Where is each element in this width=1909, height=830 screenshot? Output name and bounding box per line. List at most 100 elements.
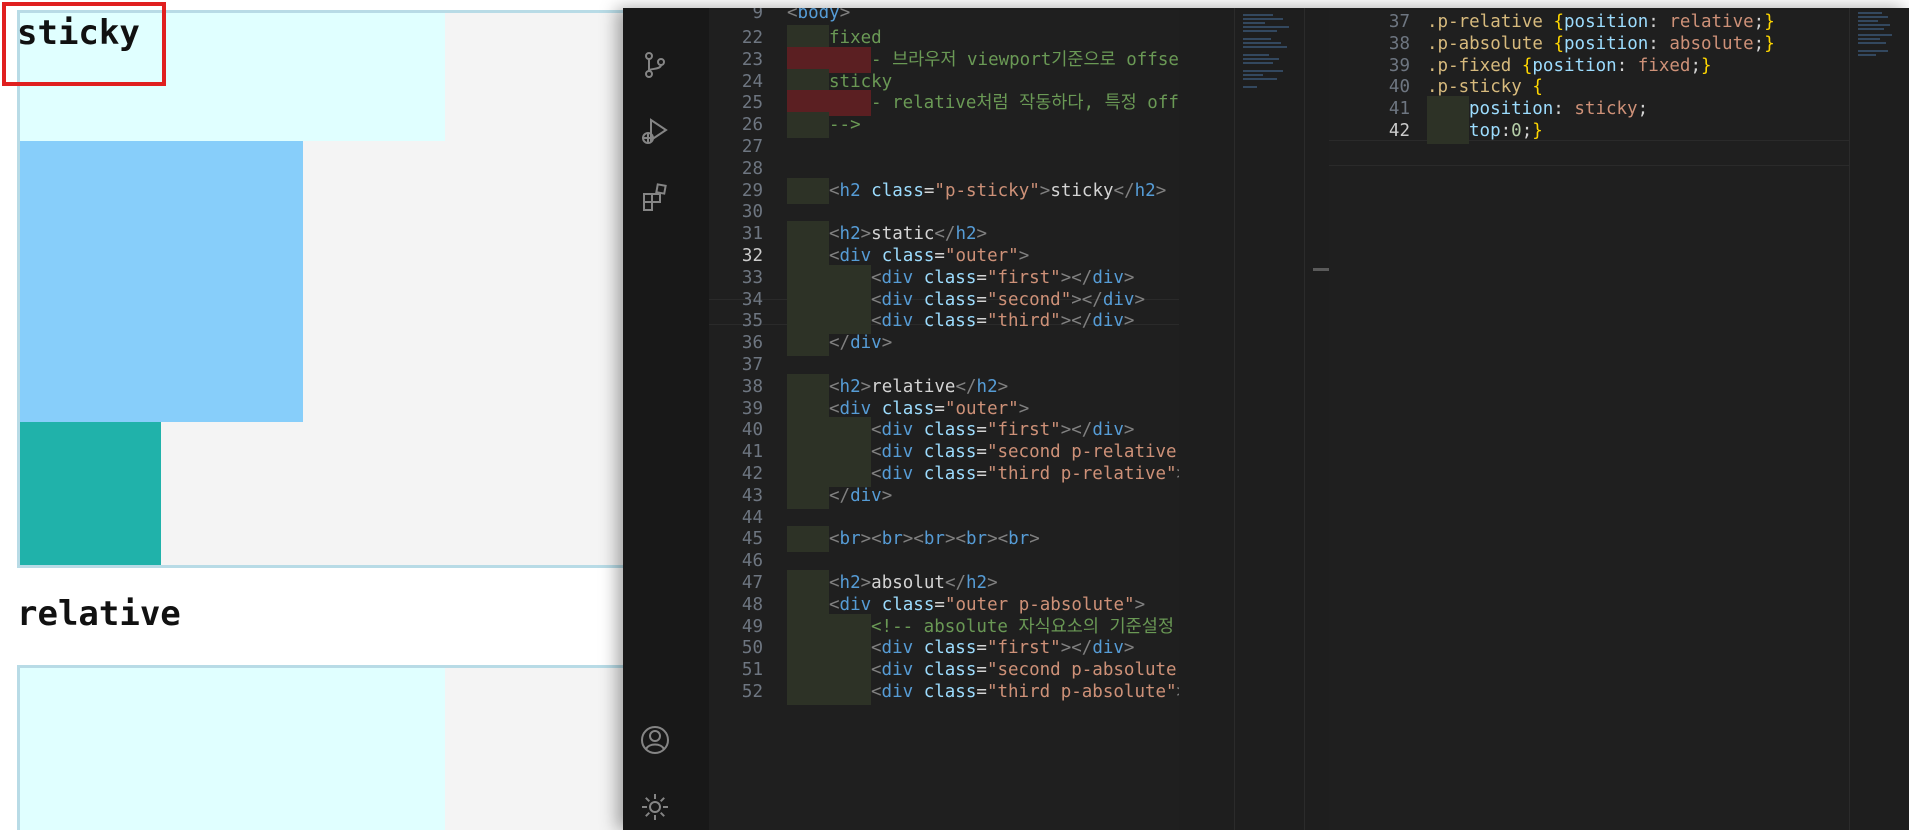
code-token: "outer" bbox=[944, 398, 1019, 419]
code-token: < bbox=[871, 267, 882, 288]
code-token: h2 bbox=[839, 573, 861, 593]
code-token: : bbox=[1648, 12, 1670, 32]
code-token: "second" bbox=[986, 289, 1072, 310]
code-token: - 브라우저 viewport기준으로 offset적용 bbox=[871, 49, 1179, 70]
code-token: ></ bbox=[1060, 267, 1093, 288]
code-token: div bbox=[881, 289, 914, 310]
code-token: ></ bbox=[1177, 464, 1179, 484]
run-debug-icon[interactable] bbox=[638, 114, 672, 148]
code-token: ; bbox=[1690, 55, 1701, 76]
code-token: = bbox=[976, 442, 987, 463]
code-token: "outer" bbox=[944, 246, 1019, 266]
code-token: sticky bbox=[1574, 99, 1638, 120]
code-token: < bbox=[871, 442, 882, 463]
code-token: = bbox=[976, 638, 987, 659]
css-code-line[interactable]: 42 top:0;} bbox=[1329, 118, 1849, 144]
code-token: div bbox=[881, 464, 914, 484]
first-box bbox=[20, 668, 445, 830]
code-token: fixed bbox=[1637, 55, 1691, 76]
code-token: br bbox=[966, 529, 988, 550]
activity-bar bbox=[623, 8, 689, 830]
code-token: h2 bbox=[839, 180, 861, 201]
code-token: .p-absolute bbox=[1427, 33, 1543, 54]
source-control-icon[interactable] bbox=[638, 48, 672, 82]
code-token: "outer p-absolute" bbox=[944, 594, 1135, 615]
code-token: < bbox=[871, 638, 882, 659]
code-token: { bbox=[1532, 77, 1543, 98]
code-token: > bbox=[1039, 180, 1051, 201]
code-token: > bbox=[1018, 246, 1030, 266]
code-token: "third p-absolute" bbox=[986, 682, 1177, 702]
outer-box-relative bbox=[17, 665, 625, 830]
code-token: div bbox=[850, 333, 882, 354]
css-editor-pane[interactable]: 37 .p-relative {position: relative;} 38 .p-… bbox=[1329, 8, 1849, 830]
code-token: < bbox=[829, 376, 840, 397]
code-token: < bbox=[829, 398, 840, 419]
code-token: relative bbox=[1669, 12, 1754, 32]
code-token: = bbox=[976, 682, 987, 702]
highlight-sticky-heading bbox=[2, 2, 166, 86]
code-token: class bbox=[881, 398, 935, 419]
code-token: "third" bbox=[986, 311, 1061, 332]
extensions-icon[interactable] bbox=[638, 180, 672, 214]
third-box bbox=[20, 422, 161, 565]
code-token: = bbox=[976, 420, 987, 441]
code-token: > bbox=[839, 8, 851, 23]
code-token: > bbox=[860, 224, 872, 245]
settings-gear-icon[interactable] bbox=[638, 790, 672, 824]
html-minimap[interactable] bbox=[1234, 8, 1305, 830]
code-token: "first" bbox=[986, 267, 1061, 288]
code-token: > bbox=[1029, 529, 1040, 550]
code-token: > bbox=[997, 376, 1009, 397]
code-token: class bbox=[923, 311, 977, 332]
code-token: < bbox=[787, 8, 798, 23]
css-minimap[interactable] bbox=[1849, 8, 1909, 830]
code-token: = bbox=[976, 289, 987, 310]
code-token: > bbox=[881, 485, 893, 506]
indent-guide bbox=[787, 679, 829, 705]
code-token: >< bbox=[860, 529, 882, 550]
code-token: > bbox=[1123, 420, 1135, 441]
editor-gutter bbox=[689, 8, 709, 830]
code-token: = bbox=[976, 464, 987, 484]
code-token: > bbox=[881, 333, 893, 354]
code-token: : bbox=[1616, 55, 1638, 76]
code-token: < bbox=[829, 573, 840, 593]
code-token: class bbox=[923, 267, 977, 288]
code-token: h2 bbox=[839, 224, 861, 245]
code-token: position bbox=[1564, 33, 1649, 54]
code-token: 0 bbox=[1511, 121, 1522, 141]
code-token: < bbox=[829, 224, 840, 245]
code-line[interactable]: 52<div class="third p-absolute"></di bbox=[709, 679, 1179, 705]
code-token: sticky bbox=[1050, 180, 1114, 201]
code-token: > bbox=[1123, 638, 1135, 659]
account-icon[interactable] bbox=[638, 723, 672, 757]
code-token: --> bbox=[829, 115, 861, 136]
code-token: = bbox=[934, 398, 945, 419]
code-token: > bbox=[1123, 267, 1135, 288]
code-token: "third p-relative" bbox=[986, 464, 1177, 484]
code-token: div bbox=[1092, 267, 1124, 288]
code-token: { bbox=[1553, 12, 1564, 32]
sticky-scroll-line[interactable]: 9 <body> bbox=[709, 8, 1179, 26]
code-token: class bbox=[871, 180, 924, 201]
code-token: = bbox=[976, 267, 987, 288]
code-token: br bbox=[839, 529, 861, 550]
code-token: </ bbox=[1113, 180, 1135, 201]
code-token: class bbox=[881, 246, 935, 266]
code-token: = bbox=[934, 594, 945, 615]
code-token: } bbox=[1764, 12, 1775, 32]
html-editor-pane[interactable]: 9 <body> 22 fixed 23- 브라우저 viewport기준으로 offs… bbox=[709, 8, 1179, 830]
html-scrollbar[interactable] bbox=[1304, 8, 1333, 830]
outer-box-static bbox=[17, 10, 625, 568]
